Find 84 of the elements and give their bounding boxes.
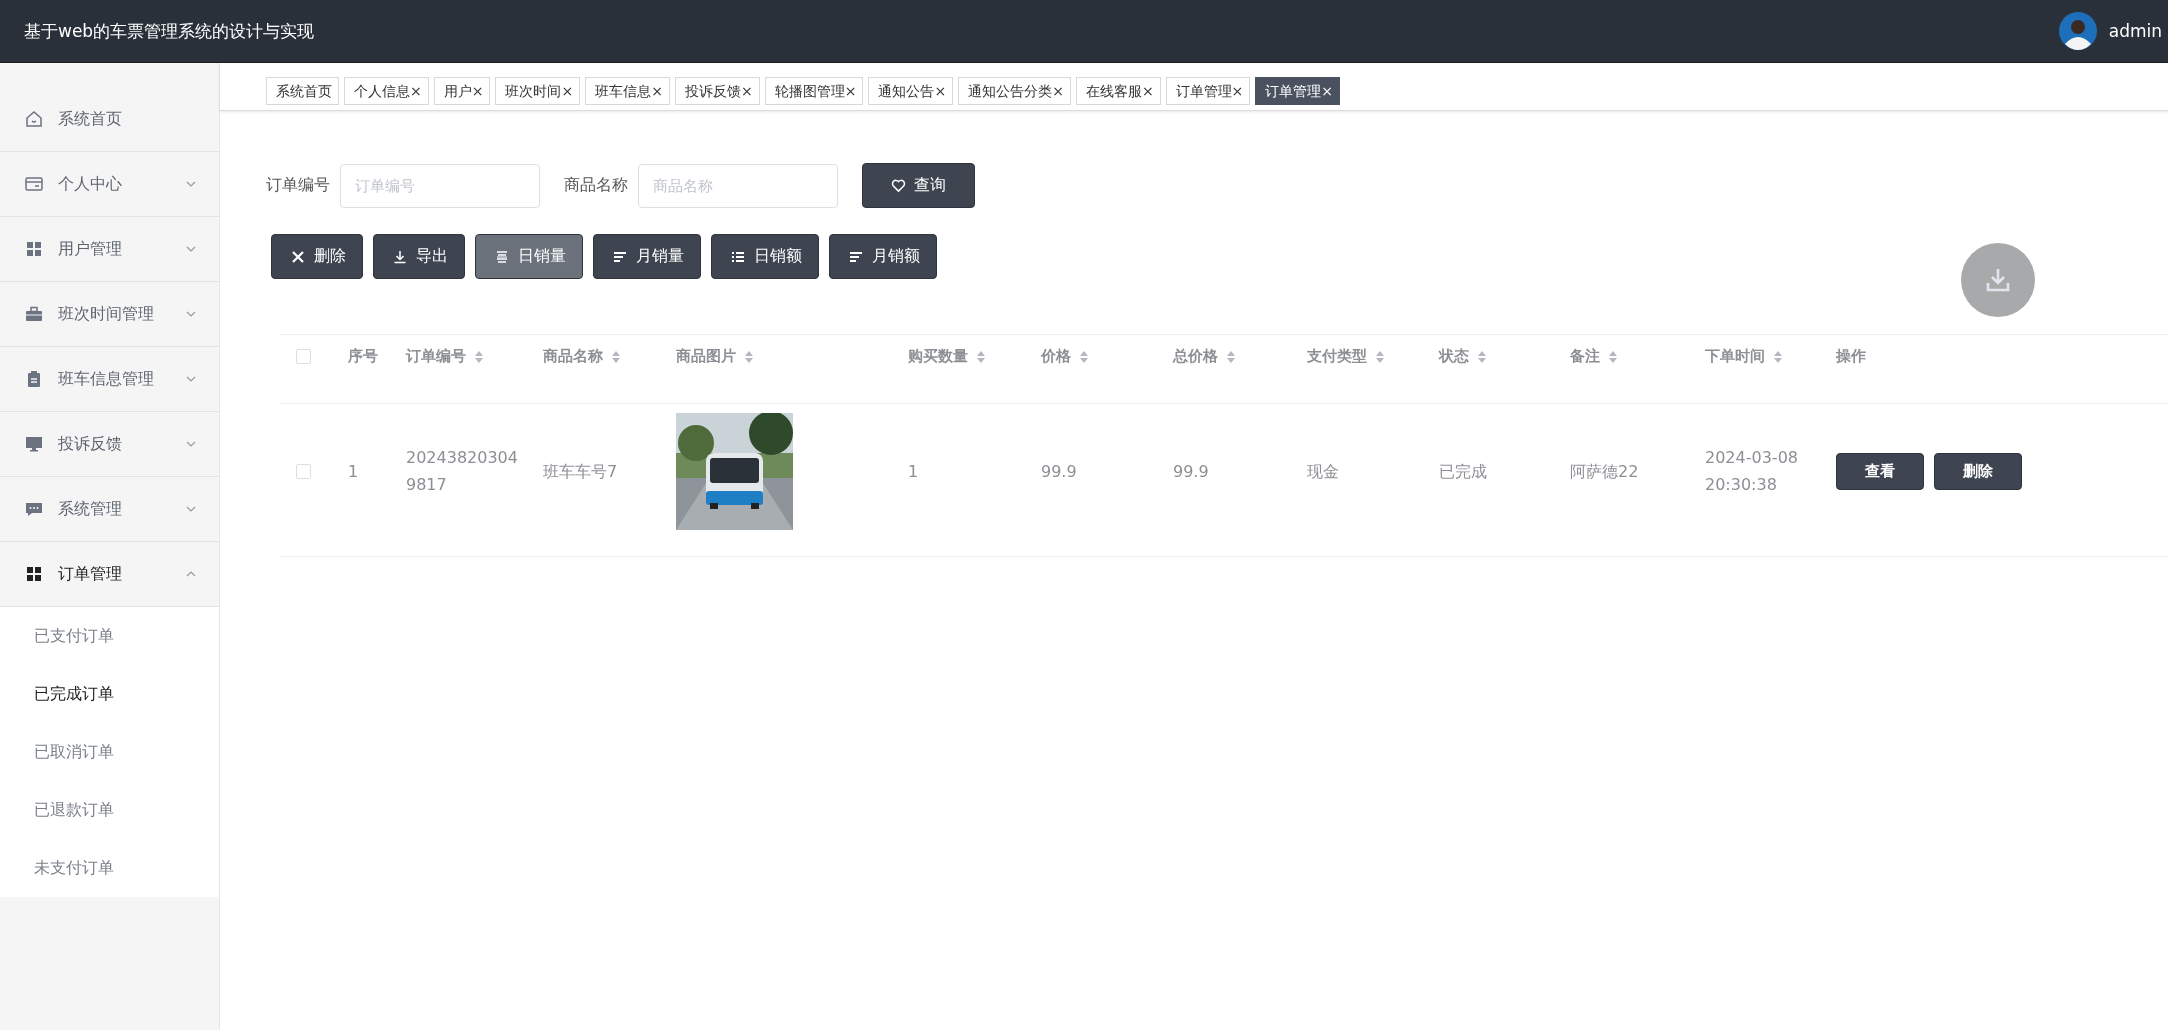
- sidebar-item[interactable]: 班次时间管理: [0, 282, 219, 347]
- tab[interactable]: 个人信息×: [344, 77, 429, 105]
- briefcase-icon: [24, 304, 44, 324]
- heart-icon: [891, 178, 906, 193]
- sort-icon[interactable]: [1608, 349, 1618, 364]
- column-header: 操作: [1836, 347, 1866, 367]
- submenu-item[interactable]: 已支付订单: [0, 607, 219, 665]
- column-header: 状态: [1439, 347, 1469, 367]
- sort-icon[interactable]: [976, 349, 986, 364]
- sidebar-item[interactable]: 系统首页: [0, 87, 219, 152]
- tab[interactable]: 通知公告×: [868, 77, 954, 105]
- table-cell: 99.9: [1041, 461, 1077, 481]
- sidebar-item[interactable]: 系统管理: [0, 477, 219, 542]
- grid-icon: [24, 239, 44, 259]
- column-header: 支付类型: [1307, 347, 1367, 367]
- row-checkbox[interactable]: [296, 463, 311, 479]
- sidebar-item[interactable]: 投诉反馈: [0, 412, 219, 477]
- table-cell: 阿萨德22: [1570, 461, 1639, 481]
- column-header: 购买数量: [908, 347, 968, 367]
- toolbar-button[interactable]: 日销量: [475, 234, 583, 279]
- sort-icon[interactable]: [474, 349, 484, 364]
- submenu-item[interactable]: 已退款订单: [0, 781, 219, 839]
- column-header: 价格: [1041, 347, 1071, 367]
- table-cell: 已完成: [1439, 461, 1487, 481]
- grid-icon: [24, 564, 44, 584]
- row-action-button[interactable]: 查看: [1836, 452, 1924, 490]
- column-header: 备注: [1570, 347, 1600, 367]
- avatar[interactable]: [2058, 12, 2097, 50]
- submenu-item[interactable]: 未支付订单: [0, 839, 219, 897]
- column-header: 序号: [348, 347, 378, 367]
- sort-icon[interactable]: [744, 349, 754, 364]
- close-icon: [290, 248, 306, 265]
- sort-icon[interactable]: [611, 349, 621, 364]
- sidebar-item[interactable]: 个人中心: [0, 152, 219, 217]
- sort-icon[interactable]: [1226, 349, 1236, 364]
- sort-icon[interactable]: [1773, 349, 1783, 364]
- sort-icon[interactable]: [1079, 349, 1089, 364]
- table-cell: 202438203049817: [406, 448, 518, 495]
- tab[interactable]: 订单管理×: [1165, 77, 1251, 105]
- tab[interactable]: 在线客服×: [1075, 77, 1161, 105]
- toolbar-button[interactable]: 月销额: [829, 234, 937, 279]
- user-name[interactable]: admin: [2108, 21, 2162, 41]
- table-cell: 2024-03-08 20:30:38: [1705, 448, 1798, 495]
- table-cell: 99.9: [1173, 461, 1209, 481]
- tab[interactable]: 订单管理×: [1255, 77, 1341, 105]
- app-title: 基于web的车票管理系统的设计与实现: [24, 19, 315, 43]
- tab[interactable]: 用户×: [433, 77, 491, 105]
- column-header: 商品图片: [676, 347, 736, 367]
- field-label: 订单编号: [266, 175, 330, 196]
- toolbar-button[interactable]: 日销额: [711, 234, 819, 279]
- submenu-item[interactable]: 已取消订单: [0, 723, 219, 781]
- tab[interactable]: 通知公告分类×: [958, 77, 1071, 105]
- search-button[interactable]: 查询: [862, 163, 975, 208]
- search-field[interactable]: 订单编号: [340, 163, 540, 208]
- download-icon: [392, 248, 408, 265]
- field-label: 商品名称: [564, 175, 628, 196]
- monitor-icon: [24, 434, 44, 454]
- sort-icon[interactable]: [1477, 349, 1487, 364]
- sidebar-item[interactable]: 用户管理: [0, 217, 219, 282]
- search-field[interactable]: 商品名称: [638, 163, 838, 208]
- toolbar-button[interactable]: 月销量: [593, 234, 701, 279]
- tab[interactable]: 轮播图管理×: [764, 77, 864, 105]
- table-cell: 现金: [1307, 461, 1339, 481]
- column-header: 下单时间: [1705, 347, 1765, 367]
- tab[interactable]: 投诉反馈×: [674, 77, 760, 105]
- column-header: 订单编号: [406, 347, 466, 367]
- column-header: 总价格: [1173, 347, 1218, 367]
- table-cell: 1: [348, 461, 359, 481]
- select-all-checkbox[interactable]: [296, 349, 311, 365]
- home-icon: [24, 109, 44, 129]
- sort-icon[interactable]: [1375, 349, 1385, 364]
- toolbar-button[interactable]: 删除: [271, 234, 363, 279]
- tab[interactable]: 班次时间×: [495, 77, 581, 105]
- sidebar-item[interactable]: 班车信息管理: [0, 347, 219, 412]
- row-action-button[interactable]: 删除: [1934, 452, 2022, 490]
- table-cell: 班车车号7: [543, 461, 618, 481]
- tab[interactable]: 系统首页: [266, 77, 339, 105]
- column-header: 商品名称: [543, 347, 603, 367]
- table-cell: 1: [908, 461, 919, 481]
- tab[interactable]: 班车信息×: [585, 77, 670, 105]
- submenu-item[interactable]: 已完成订单: [0, 665, 219, 723]
- stack-icon: [494, 248, 510, 265]
- toolbar-button[interactable]: 导出: [373, 234, 465, 279]
- card-icon: [24, 174, 44, 194]
